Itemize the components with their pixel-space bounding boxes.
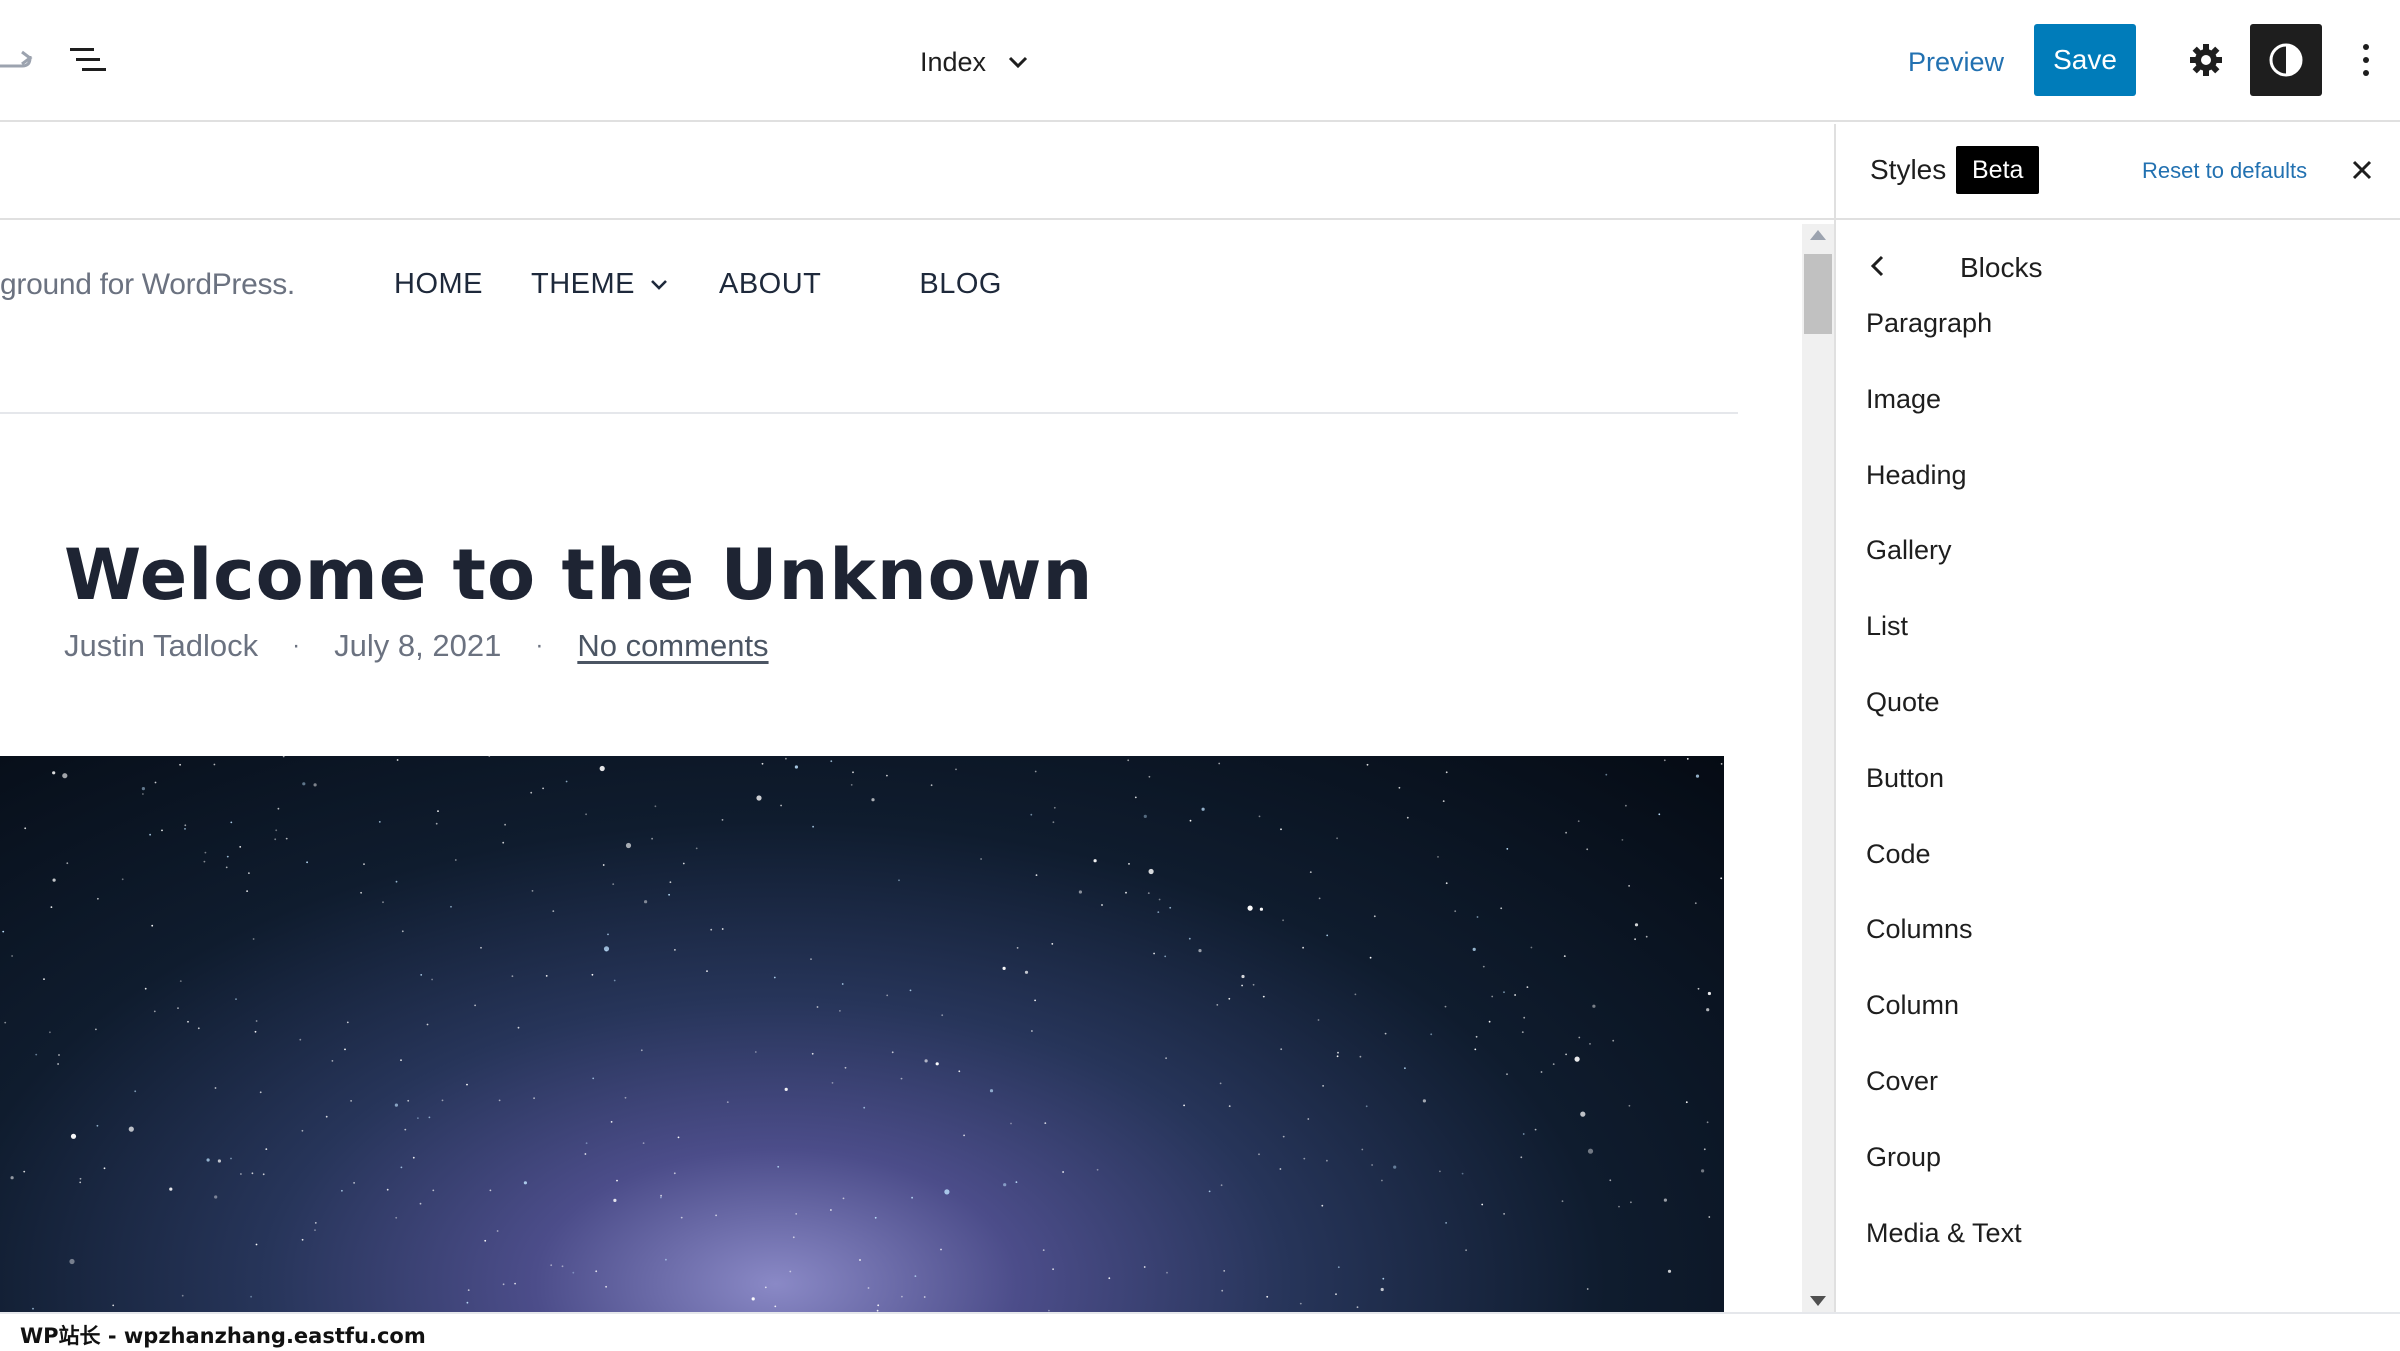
post-title[interactable]: Welcome to the Unknown [64,534,1093,616]
watermark-text: WP站长 - wpzhanzhang.eastfu.com [20,1324,426,1348]
canvas-header [0,124,1834,220]
post-author[interactable]: Justin Tadlock [64,628,258,664]
block-item-label: Quote [1866,686,1940,717]
scroll-up-arrow[interactable] [1810,230,1826,240]
nav-item-blog[interactable]: BLOG [919,268,1002,301]
nav-item-label: HOME [394,268,483,300]
meta-separator: · [292,632,301,659]
contrast-icon[interactable] [2250,24,2322,96]
block-item-paragraph[interactable]: Paragraph [1836,302,2400,378]
site-tagline: ground for WordPress. [0,268,295,301]
featured-image[interactable] [0,756,1724,1312]
canvas-scrollbar[interactable] [1802,224,1834,1312]
block-item-label: Paragraph [1866,308,1993,338]
sidebar-navigator: Blocks [1836,234,2400,300]
block-item-label: Heading [1866,459,1967,490]
chevron-down-icon [651,279,667,290]
block-item-cover[interactable]: Cover [1836,1060,2400,1136]
chevron-left-icon[interactable] [1856,244,1900,288]
sidebar-title: Styles [1870,154,1947,185]
styles-sidebar: Styles Beta Reset to defaults Blocks Par… [1834,124,2400,1312]
site-preview[interactable]: ground for WordPress. HOME THEME ABOUT B… [0,222,1800,1312]
beta-badge: Beta [1956,146,2040,194]
meta-separator: · [535,632,544,659]
block-item-group[interactable]: Group [1836,1136,2400,1212]
block-item-label: Media & Text [1866,1217,2022,1248]
save-button[interactable]: Save [2034,24,2136,96]
preview-button[interactable]: Preview [1890,36,2022,88]
block-item-button[interactable]: Button [1836,757,2400,833]
scroll-thumb[interactable] [1804,254,1832,334]
block-item-label: Cover [1866,1065,1939,1096]
scroll-down-arrow[interactable] [1810,1296,1826,1306]
nav-item-about[interactable]: ABOUT [719,268,821,301]
more-vertical-icon[interactable] [2340,30,2392,90]
block-item-columns[interactable]: Columns [1836,908,2400,984]
document-title: Index [920,46,987,77]
editor-canvas: ground for WordPress. HOME THEME ABOUT B… [0,124,1834,1312]
block-item-image[interactable]: Image [1836,378,2400,454]
sidebar-header: Styles Beta Reset to defaults [1836,124,2400,220]
block-item-quote[interactable]: Quote [1836,681,2400,757]
block-item-label: Image [1866,383,1942,414]
reset-to-defaults-button[interactable]: Reset to defaults [2142,158,2307,184]
block-item-label: Columns [1866,914,1973,945]
nav-item-label: BLOG [919,268,1002,300]
post-date[interactable]: July 8, 2021 [334,628,501,664]
block-item-label: Group [1866,1141,1942,1172]
header-divider [0,412,1738,414]
redo-icon[interactable] [0,40,36,80]
block-item-label: List [1866,611,1909,642]
list-view-icon[interactable] [66,40,108,80]
site-navigation: HOME THEME ABOUT BLOG [394,268,1002,301]
post-meta: Justin Tadlock · July 8, 2021 · No comme… [64,628,769,664]
nav-item-label: ABOUT [719,268,822,300]
nav-item-label: THEME [531,268,635,300]
block-item-label: Column [1866,990,1960,1021]
block-item-label: Gallery [1866,535,1952,566]
block-item-gallery[interactable]: Gallery [1836,529,2400,605]
watermark-bar: WP站长 - wpzhanzhang.eastfu.com [0,1312,2400,1351]
post-comments-link[interactable]: No comments [577,628,768,664]
block-item-label: Button [1866,762,1945,793]
blocks-list: Paragraph Image Heading Gallery List Quo… [1836,302,2400,1287]
block-item-code[interactable]: Code [1836,833,2400,909]
block-item-label: Code [1866,838,1931,869]
block-item-media-text[interactable]: Media & Text [1836,1212,2400,1288]
close-icon[interactable] [2342,150,2382,190]
block-item-heading[interactable]: Heading [1836,454,2400,530]
chevron-down-icon [1009,56,1028,69]
nav-item-home[interactable]: HOME [394,268,483,301]
editor-toolbar: Index Preview Save [0,0,2400,122]
navigator-title: Blocks [1960,252,2043,283]
block-item-list[interactable]: List [1836,605,2400,681]
nav-item-theme[interactable]: THEME [531,268,669,301]
gear-icon[interactable] [2176,30,2236,90]
block-item-column[interactable]: Column [1836,984,2400,1060]
document-title-dropdown[interactable]: Index [920,36,1030,88]
